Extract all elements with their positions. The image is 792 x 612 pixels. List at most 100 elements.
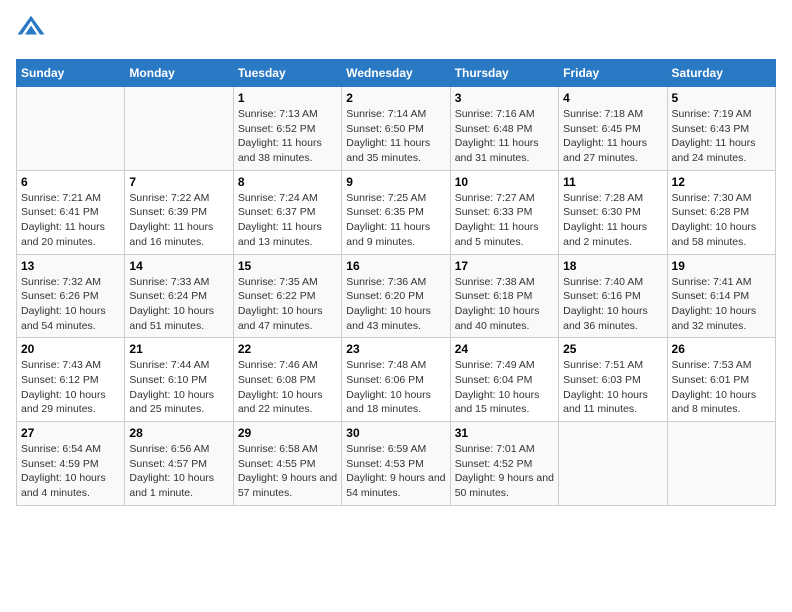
cell-content: Sunrise: 6:56 AM Sunset: 4:57 PM Dayligh… — [129, 442, 228, 501]
col-header-tuesday: Tuesday — [233, 60, 341, 87]
day-cell: 22 Sunrise: 7:46 AM Sunset: 6:08 PM Dayl… — [233, 338, 341, 422]
cell-content: Sunrise: 7:16 AM Sunset: 6:48 PM Dayligh… — [455, 107, 554, 166]
day-cell: 10 Sunrise: 7:27 AM Sunset: 6:33 PM Dayl… — [450, 170, 558, 254]
cell-content: Sunrise: 7:51 AM Sunset: 6:03 PM Dayligh… — [563, 358, 662, 417]
day-number: 22 — [238, 342, 337, 356]
day-cell: 12 Sunrise: 7:30 AM Sunset: 6:28 PM Dayl… — [667, 170, 775, 254]
day-number: 7 — [129, 175, 228, 189]
cell-content: Sunrise: 7:35 AM Sunset: 6:22 PM Dayligh… — [238, 275, 337, 334]
cell-content: Sunrise: 6:59 AM Sunset: 4:53 PM Dayligh… — [346, 442, 445, 501]
cell-content: Sunrise: 7:46 AM Sunset: 6:08 PM Dayligh… — [238, 358, 337, 417]
day-number: 2 — [346, 91, 445, 105]
day-number: 11 — [563, 175, 662, 189]
cell-content: Sunrise: 6:54 AM Sunset: 4:59 PM Dayligh… — [21, 442, 120, 501]
day-cell: 9 Sunrise: 7:25 AM Sunset: 6:35 PM Dayli… — [342, 170, 450, 254]
day-cell: 8 Sunrise: 7:24 AM Sunset: 6:37 PM Dayli… — [233, 170, 341, 254]
day-cell — [17, 87, 125, 171]
cell-content: Sunrise: 7:18 AM Sunset: 6:45 PM Dayligh… — [563, 107, 662, 166]
day-number: 17 — [455, 259, 554, 273]
day-cell: 30 Sunrise: 6:59 AM Sunset: 4:53 PM Dayl… — [342, 422, 450, 506]
day-cell — [667, 422, 775, 506]
cell-content: Sunrise: 6:58 AM Sunset: 4:55 PM Dayligh… — [238, 442, 337, 501]
week-row-5: 27 Sunrise: 6:54 AM Sunset: 4:59 PM Dayl… — [17, 422, 776, 506]
day-cell: 23 Sunrise: 7:48 AM Sunset: 6:06 PM Dayl… — [342, 338, 450, 422]
calendar-table: SundayMondayTuesdayWednesdayThursdayFrid… — [16, 59, 776, 506]
day-cell: 16 Sunrise: 7:36 AM Sunset: 6:20 PM Dayl… — [342, 254, 450, 338]
cell-content: Sunrise: 7:41 AM Sunset: 6:14 PM Dayligh… — [672, 275, 771, 334]
day-number: 21 — [129, 342, 228, 356]
day-cell: 26 Sunrise: 7:53 AM Sunset: 6:01 PM Dayl… — [667, 338, 775, 422]
week-row-3: 13 Sunrise: 7:32 AM Sunset: 6:26 PM Dayl… — [17, 254, 776, 338]
day-cell: 19 Sunrise: 7:41 AM Sunset: 6:14 PM Dayl… — [667, 254, 775, 338]
col-header-friday: Friday — [559, 60, 667, 87]
day-number: 1 — [238, 91, 337, 105]
cell-content: Sunrise: 7:33 AM Sunset: 6:24 PM Dayligh… — [129, 275, 228, 334]
day-number: 5 — [672, 91, 771, 105]
day-number: 19 — [672, 259, 771, 273]
day-number: 18 — [563, 259, 662, 273]
day-cell: 4 Sunrise: 7:18 AM Sunset: 6:45 PM Dayli… — [559, 87, 667, 171]
day-cell: 24 Sunrise: 7:49 AM Sunset: 6:04 PM Dayl… — [450, 338, 558, 422]
day-number: 6 — [21, 175, 120, 189]
week-row-2: 6 Sunrise: 7:21 AM Sunset: 6:41 PM Dayli… — [17, 170, 776, 254]
day-number: 24 — [455, 342, 554, 356]
cell-content: Sunrise: 7:28 AM Sunset: 6:30 PM Dayligh… — [563, 191, 662, 250]
day-number: 15 — [238, 259, 337, 273]
day-cell: 20 Sunrise: 7:43 AM Sunset: 6:12 PM Dayl… — [17, 338, 125, 422]
day-number: 4 — [563, 91, 662, 105]
cell-content: Sunrise: 7:13 AM Sunset: 6:52 PM Dayligh… — [238, 107, 337, 166]
cell-content: Sunrise: 7:25 AM Sunset: 6:35 PM Dayligh… — [346, 191, 445, 250]
cell-content: Sunrise: 7:19 AM Sunset: 6:43 PM Dayligh… — [672, 107, 771, 166]
day-number: 12 — [672, 175, 771, 189]
day-cell: 21 Sunrise: 7:44 AM Sunset: 6:10 PM Dayl… — [125, 338, 233, 422]
day-cell — [125, 87, 233, 171]
day-cell: 31 Sunrise: 7:01 AM Sunset: 4:52 PM Dayl… — [450, 422, 558, 506]
cell-content: Sunrise: 7:48 AM Sunset: 6:06 PM Dayligh… — [346, 358, 445, 417]
day-cell: 1 Sunrise: 7:13 AM Sunset: 6:52 PM Dayli… — [233, 87, 341, 171]
week-row-4: 20 Sunrise: 7:43 AM Sunset: 6:12 PM Dayl… — [17, 338, 776, 422]
cell-content: Sunrise: 7:44 AM Sunset: 6:10 PM Dayligh… — [129, 358, 228, 417]
col-header-monday: Monday — [125, 60, 233, 87]
day-number: 27 — [21, 426, 120, 440]
cell-content: Sunrise: 7:53 AM Sunset: 6:01 PM Dayligh… — [672, 358, 771, 417]
header-row: SundayMondayTuesdayWednesdayThursdayFrid… — [17, 60, 776, 87]
cell-content: Sunrise: 7:40 AM Sunset: 6:16 PM Dayligh… — [563, 275, 662, 334]
day-number: 3 — [455, 91, 554, 105]
day-cell: 29 Sunrise: 6:58 AM Sunset: 4:55 PM Dayl… — [233, 422, 341, 506]
day-cell: 17 Sunrise: 7:38 AM Sunset: 6:18 PM Dayl… — [450, 254, 558, 338]
logo-icon — [16, 12, 46, 42]
day-number: 13 — [21, 259, 120, 273]
day-cell: 14 Sunrise: 7:33 AM Sunset: 6:24 PM Dayl… — [125, 254, 233, 338]
day-cell: 13 Sunrise: 7:32 AM Sunset: 6:26 PM Dayl… — [17, 254, 125, 338]
day-number: 29 — [238, 426, 337, 440]
day-number: 31 — [455, 426, 554, 440]
logo — [16, 16, 46, 47]
col-header-saturday: Saturday — [667, 60, 775, 87]
cell-content: Sunrise: 7:49 AM Sunset: 6:04 PM Dayligh… — [455, 358, 554, 417]
day-cell: 7 Sunrise: 7:22 AM Sunset: 6:39 PM Dayli… — [125, 170, 233, 254]
day-cell: 28 Sunrise: 6:56 AM Sunset: 4:57 PM Dayl… — [125, 422, 233, 506]
day-number: 23 — [346, 342, 445, 356]
cell-content: Sunrise: 7:21 AM Sunset: 6:41 PM Dayligh… — [21, 191, 120, 250]
day-number: 26 — [672, 342, 771, 356]
cell-content: Sunrise: 7:43 AM Sunset: 6:12 PM Dayligh… — [21, 358, 120, 417]
page-header — [16, 16, 776, 47]
day-cell — [559, 422, 667, 506]
day-cell: 5 Sunrise: 7:19 AM Sunset: 6:43 PM Dayli… — [667, 87, 775, 171]
day-number: 28 — [129, 426, 228, 440]
cell-content: Sunrise: 7:01 AM Sunset: 4:52 PM Dayligh… — [455, 442, 554, 501]
day-cell: 6 Sunrise: 7:21 AM Sunset: 6:41 PM Dayli… — [17, 170, 125, 254]
week-row-1: 1 Sunrise: 7:13 AM Sunset: 6:52 PM Dayli… — [17, 87, 776, 171]
day-number: 20 — [21, 342, 120, 356]
cell-content: Sunrise: 7:22 AM Sunset: 6:39 PM Dayligh… — [129, 191, 228, 250]
cell-content: Sunrise: 7:27 AM Sunset: 6:33 PM Dayligh… — [455, 191, 554, 250]
day-number: 16 — [346, 259, 445, 273]
col-header-wednesday: Wednesday — [342, 60, 450, 87]
day-number: 30 — [346, 426, 445, 440]
cell-content: Sunrise: 7:24 AM Sunset: 6:37 PM Dayligh… — [238, 191, 337, 250]
day-number: 14 — [129, 259, 228, 273]
day-cell: 27 Sunrise: 6:54 AM Sunset: 4:59 PM Dayl… — [17, 422, 125, 506]
day-cell: 25 Sunrise: 7:51 AM Sunset: 6:03 PM Dayl… — [559, 338, 667, 422]
cell-content: Sunrise: 7:32 AM Sunset: 6:26 PM Dayligh… — [21, 275, 120, 334]
day-cell: 18 Sunrise: 7:40 AM Sunset: 6:16 PM Dayl… — [559, 254, 667, 338]
